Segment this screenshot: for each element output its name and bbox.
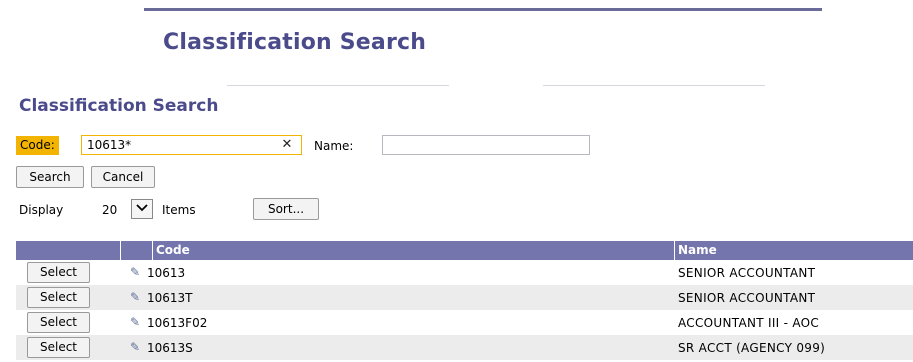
select-button[interactable]: Select <box>27 337 90 358</box>
row-name: SENIOR ACCOUNTANT <box>678 291 816 305</box>
search-button-label: Search <box>29 170 71 184</box>
items-label: Items <box>162 203 196 217</box>
table-row: Select ✎ 10613F02 ACCOUNTANT III - AOC <box>16 310 913 335</box>
close-icon[interactable]: ✕ <box>279 137 295 153</box>
results-grid: Code Name Select ✎ 10613 SENIOR ACCOUNTA… <box>16 241 913 360</box>
sort-button[interactable]: Sort... <box>253 198 319 220</box>
table-row: Select ✎ 10613 SENIOR ACCOUNTANT <box>16 260 913 285</box>
pencil-icon[interactable]: ✎ <box>130 315 140 329</box>
select-button[interactable]: Select <box>27 262 90 283</box>
code-input[interactable] <box>81 135 302 155</box>
top-rule <box>144 8 822 11</box>
code-label: Code: <box>16 136 59 155</box>
row-name: SENIOR ACCOUNTANT <box>678 266 816 280</box>
page-title: Classification Search <box>163 30 427 55</box>
column-header-code[interactable]: Code <box>156 243 190 257</box>
display-label: Display <box>19 203 64 217</box>
row-code: 10613 <box>147 266 186 280</box>
section-title: Classification Search <box>19 96 219 116</box>
row-code: 10613S <box>147 341 193 355</box>
select-button[interactable]: Select <box>27 287 90 308</box>
row-name: ACCOUNTANT III - AOC <box>678 316 820 330</box>
table-row: Select ✎ 10613T SENIOR ACCOUNTANT <box>16 285 913 310</box>
tab-line-right <box>543 85 765 86</box>
chevron-down-icon[interactable] <box>131 199 153 219</box>
pencil-icon[interactable]: ✎ <box>130 290 140 304</box>
row-code: 10613F02 <box>147 316 208 330</box>
name-label: Name: <box>314 139 354 153</box>
pencil-icon[interactable]: ✎ <box>130 340 140 354</box>
row-name: SR ACCT (AGENCY 099) <box>678 341 826 355</box>
display-count-value[interactable]: 20 <box>102 202 117 218</box>
header-separator <box>152 241 153 260</box>
cancel-button[interactable]: Cancel <box>91 166 155 188</box>
header-separator <box>674 241 675 260</box>
header-separator <box>120 241 121 260</box>
select-button[interactable]: Select <box>27 312 90 333</box>
row-code: 10613T <box>147 291 193 305</box>
search-button[interactable]: Search <box>16 166 84 188</box>
column-header-name[interactable]: Name <box>678 243 717 257</box>
tab-line-left <box>227 85 449 86</box>
name-input[interactable] <box>382 135 590 155</box>
pencil-icon[interactable]: ✎ <box>130 265 140 279</box>
grid-header: Code Name <box>16 241 913 260</box>
table-row: Select ✎ 10613S SR ACCT (AGENCY 099) <box>16 335 913 360</box>
